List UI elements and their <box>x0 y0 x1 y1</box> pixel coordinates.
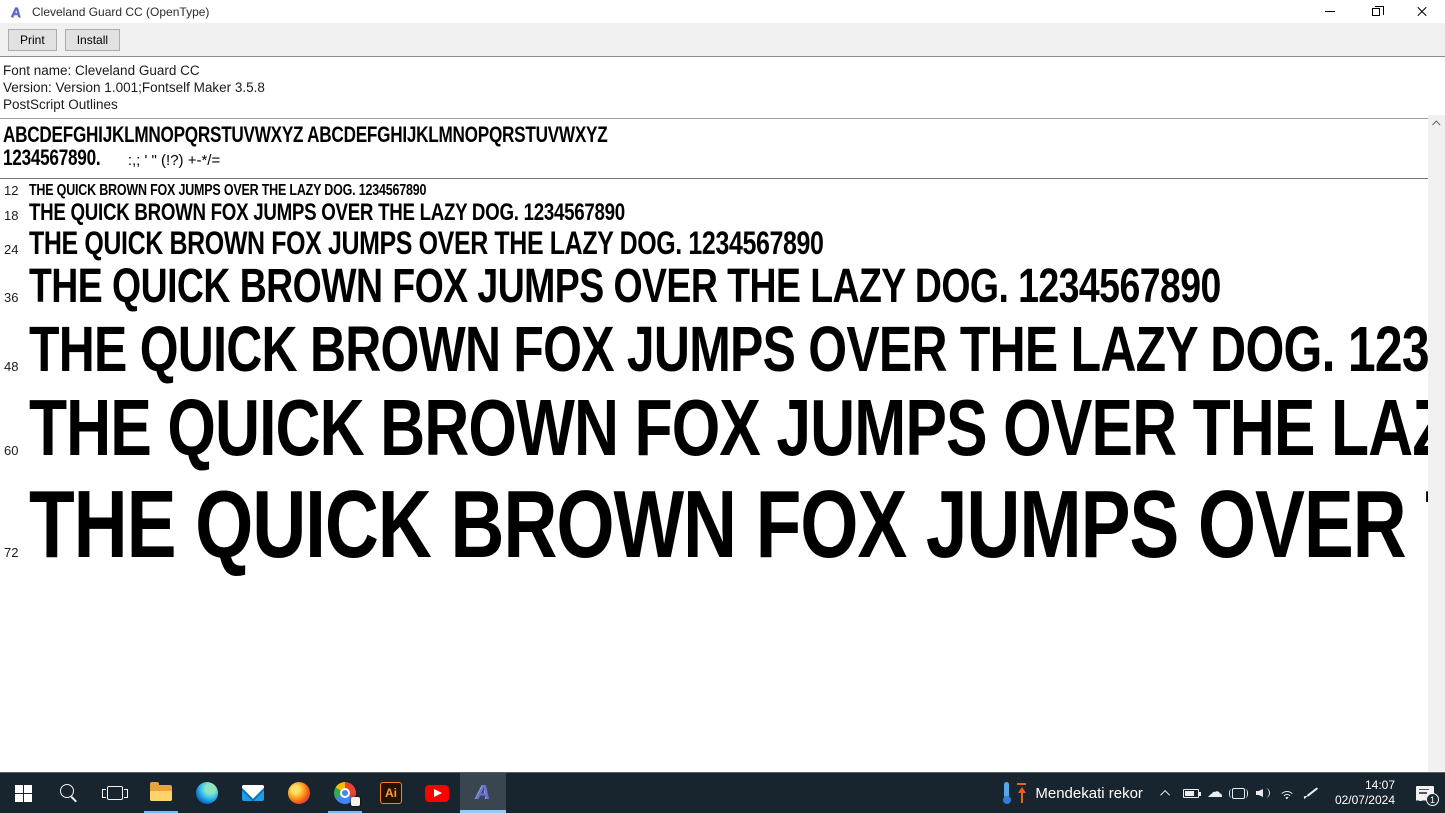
taskbar-illustrator[interactable]: Ai <box>368 773 414 813</box>
sample-rows: 12 THE QUICK BROWN FOX JUMPS OVER THE LA… <box>3 182 1428 578</box>
window-title: Cleveland Guard CC (OpenType) <box>32 5 1307 19</box>
chrome-profile-badge <box>351 797 360 806</box>
sample-size-label: 12 <box>3 183 29 198</box>
clock-date: 02/07/2024 <box>1335 793 1395 808</box>
minimize-button[interactable] <box>1307 0 1353 23</box>
sample-size-label: 72 <box>3 545 29 560</box>
tray-show-hidden-icons[interactable] <box>1155 773 1179 813</box>
sample-text: THE QUICK BROWN FOX JUMPS OVER THE LAZY … <box>29 226 824 261</box>
font-viewer-window: A Cleveland Guard CC (OpenType) Print In… <box>0 0 1445 772</box>
search-icon <box>60 784 78 802</box>
sample-size-label: 48 <box>3 359 29 374</box>
tray-screen-cast[interactable] <box>1227 773 1251 813</box>
titlebar: A Cleveland Guard CC (OpenType) <box>0 0 1445 23</box>
charset-symbols: :,; ' " (!?) +-*/= <box>128 152 220 169</box>
font-preview-area: Font name: Cleveland Guard CC Version: V… <box>0 57 1445 772</box>
toolbar: Print Install <box>0 23 1445 57</box>
font-version-line: Version: Version 1.001;Fontself Maker 3.… <box>3 79 1428 96</box>
charset-digits-symbols: 1234567890. :,; ' " (!?) +-*/= <box>3 146 1428 172</box>
separator <box>0 178 1428 179</box>
tray-battery[interactable] <box>1179 773 1203 813</box>
pen-icon <box>1303 785 1319 801</box>
firefox-icon <box>288 782 310 804</box>
mail-icon <box>242 785 264 801</box>
clock-time: 14:07 <box>1365 778 1395 793</box>
sample-row: 60 THE QUICK BROWN FOX JUMPS OVER THE LA… <box>3 384 1428 472</box>
sample-text: THE QUICK BROWN FOX JUMPS OVER THE LAZY … <box>29 314 1428 384</box>
edge-icon <box>196 782 218 804</box>
sample-text: THE QUICK BROWN FOX JUMPS OVER THE LAZY … <box>29 261 1221 314</box>
taskbar-empty-space <box>506 773 990 813</box>
task-view-button[interactable] <box>92 773 138 813</box>
scroll-up-button[interactable] <box>1428 115 1445 132</box>
taskbar-mail[interactable] <box>230 773 276 813</box>
print-button[interactable]: Print <box>8 29 57 51</box>
taskbar-file-explorer[interactable] <box>138 773 184 813</box>
taskbar-chrome[interactable] <box>322 773 368 813</box>
charset-letters: ABCDEFGHIJKLMNOPQRSTUVWXYZ ABCDEFGHIJKLM… <box>3 123 1428 146</box>
tray-pen[interactable] <box>1299 773 1323 813</box>
tray-volume[interactable] <box>1251 773 1275 813</box>
sample-row: 12 THE QUICK BROWN FOX JUMPS OVER THE LA… <box>3 182 1428 200</box>
sample-size-label: 60 <box>3 443 29 458</box>
taskbar-clock[interactable]: 14:07 02/07/2024 <box>1323 773 1405 813</box>
sample-text: THE QUICK BROWN FOX JUMPS OVER THE LAZY … <box>29 472 1428 578</box>
sample-row: 48 THE QUICK BROWN FOX JUMPS OVER THE LA… <box>3 314 1428 384</box>
screen-cast-icon <box>1232 788 1245 799</box>
restore-button[interactable] <box>1353 0 1399 23</box>
vertical-scrollbar[interactable] <box>1428 115 1445 772</box>
tray-onedrive[interactable]: ☁ <box>1203 773 1227 813</box>
taskbar-search-button[interactable] <box>46 773 92 813</box>
illustrator-icon: Ai <box>380 782 402 804</box>
start-button[interactable] <box>0 773 46 813</box>
sample-row: 72 THE QUICK BROWN FOX JUMPS OVER THE LA… <box>3 472 1428 578</box>
chevron-up-icon <box>1161 789 1171 799</box>
sample-row: 18 THE QUICK BROWN FOX JUMPS OVER THE LA… <box>3 200 1428 226</box>
system-tray: ☁ <box>1155 773 1323 813</box>
sample-size-label: 24 <box>3 242 29 257</box>
separator <box>0 118 1428 119</box>
record-arrow-icon <box>1017 783 1026 803</box>
font-outlines-line: PostScript Outlines <box>3 96 1428 113</box>
taskbar-font-viewer[interactable]: A <box>460 773 506 813</box>
minimize-icon <box>1325 11 1335 12</box>
sample-text: THE QUICK BROWN FOX JUMPS OVER THE LAZY … <box>29 182 426 200</box>
charset-digits: 1234567890. <box>3 146 100 169</box>
speaker-icon <box>1256 787 1270 799</box>
youtube-icon <box>425 785 449 802</box>
taskbar: Ai A Mendekati rekor ☁ 14:07 02/07/2024 … <box>0 772 1445 813</box>
battery-icon <box>1183 789 1199 798</box>
sample-text: THE QUICK BROWN FOX JUMPS OVER THE LAZY … <box>29 384 1428 472</box>
thermometer-record-high-icon <box>1002 782 1010 804</box>
font-viewer-app-icon: A <box>474 783 491 803</box>
wifi-icon <box>1279 787 1295 799</box>
taskbar-firefox[interactable] <box>276 773 322 813</box>
onedrive-cloud-icon: ☁ <box>1207 785 1223 801</box>
close-icon <box>1417 7 1427 17</box>
font-file-icon: A <box>7 4 25 20</box>
sample-row: 24 THE QUICK BROWN FOX JUMPS OVER THE LA… <box>3 226 1428 261</box>
tray-wifi[interactable] <box>1275 773 1299 813</box>
install-button[interactable]: Install <box>65 29 120 51</box>
windows-logo-icon <box>15 785 32 802</box>
restore-icon <box>1372 8 1380 16</box>
weather-label: Mendekati rekor <box>1035 785 1143 802</box>
sample-size-label: 36 <box>3 290 29 305</box>
taskbar-edge[interactable] <box>184 773 230 813</box>
close-button[interactable] <box>1399 0 1445 23</box>
taskbar-youtube[interactable] <box>414 773 460 813</box>
action-center-button[interactable]: 1 <box>1405 773 1445 813</box>
sample-size-label: 18 <box>3 208 29 223</box>
font-name-line: Font name: Cleveland Guard CC <box>3 62 1428 79</box>
task-view-icon <box>107 786 123 800</box>
weather-widget[interactable]: Mendekati rekor <box>990 773 1155 813</box>
notification-badge: 1 <box>1426 793 1439 806</box>
scroll-up-icon <box>1432 120 1440 128</box>
file-explorer-icon <box>150 785 172 801</box>
sample-text: THE QUICK BROWN FOX JUMPS OVER THE LAZY … <box>29 200 625 226</box>
sample-row: 36 THE QUICK BROWN FOX JUMPS OVER THE LA… <box>3 261 1428 314</box>
